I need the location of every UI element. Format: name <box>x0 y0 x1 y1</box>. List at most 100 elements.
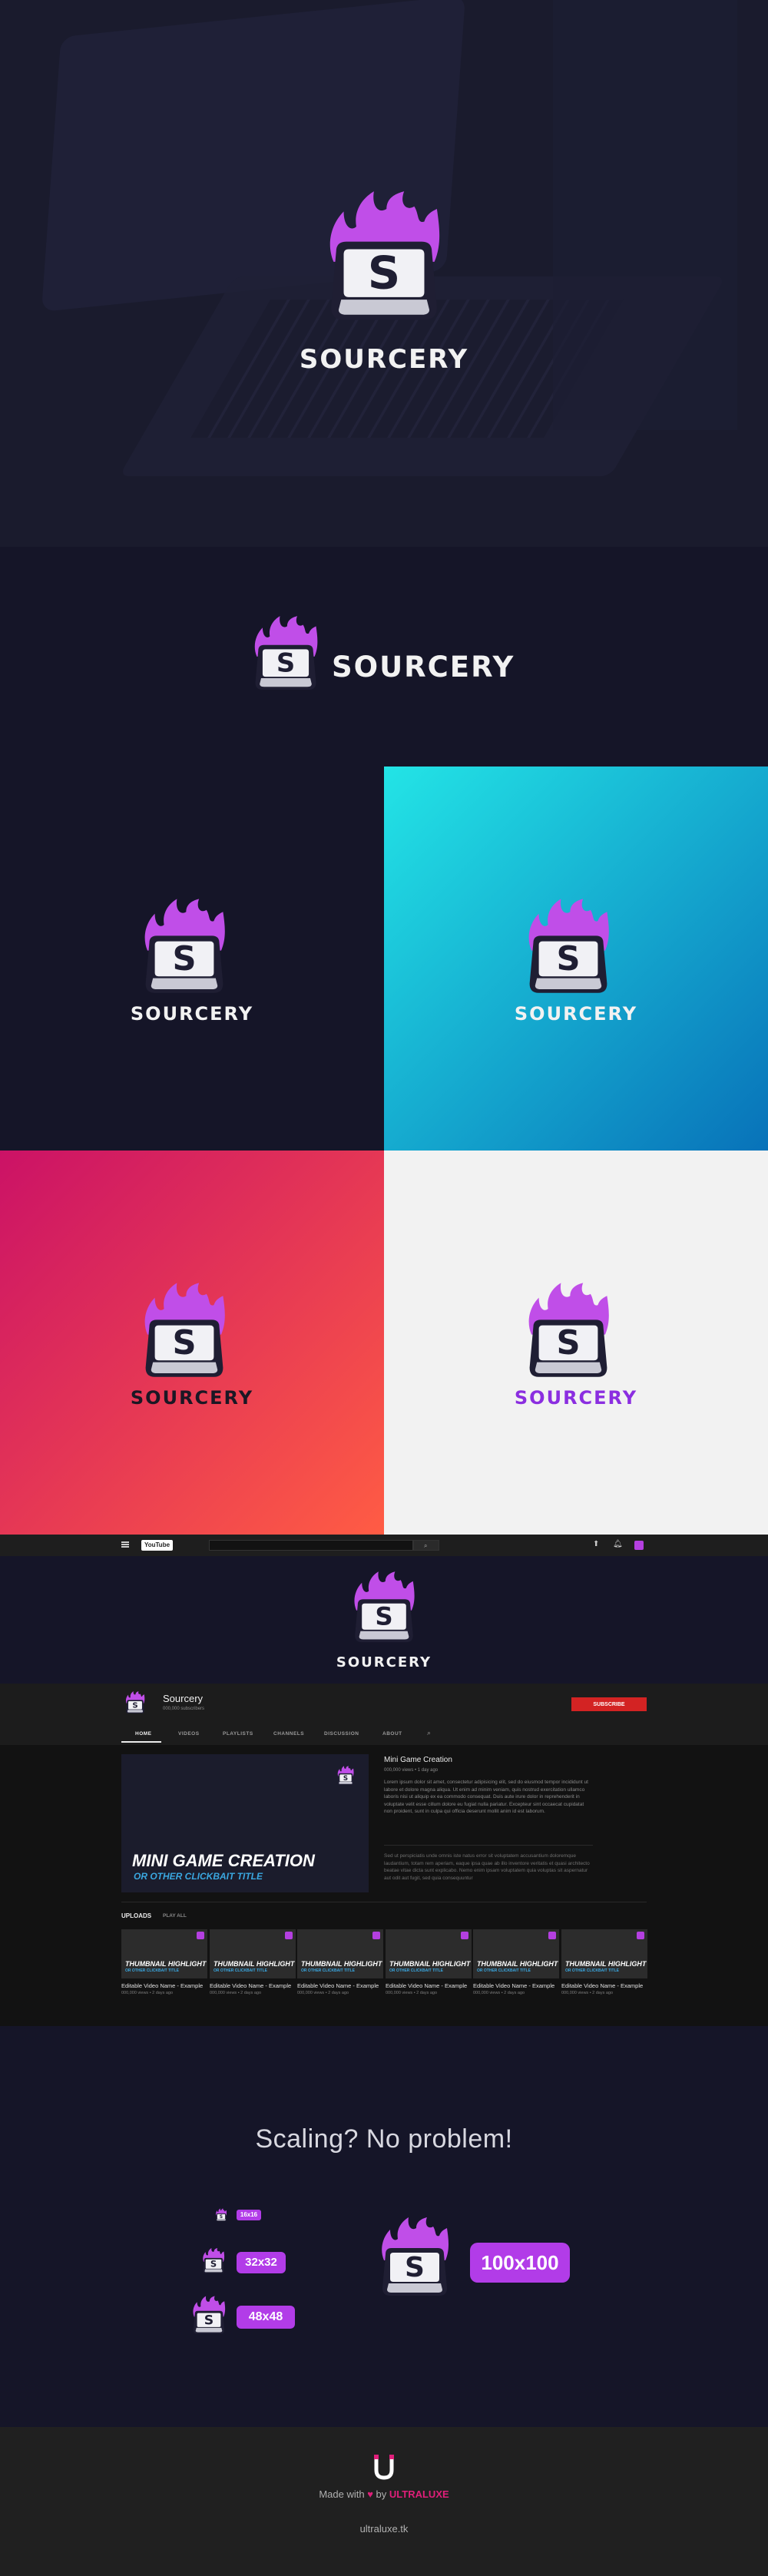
featured-title-line2: OR OTHER CLICKBAIT TITLE <box>134 1871 263 1882</box>
banner-wordmark: SOURCERY <box>336 1654 432 1670</box>
upload-meta: 000,000 views • 2 days ago <box>473 1991 525 1995</box>
upload-title[interactable]: Editable Video Name - Example <box>210 1982 291 1989</box>
thumbnail-subtitle: OR OTHER CLICKBAIT TITLE <box>565 1968 619 1973</box>
upload-thumbnail[interactable]: THUMBNAIL HIGHLIGHT OR OTHER CLICKBAIT TI… <box>297 1929 383 1978</box>
banner-logo-icon: .flame{fill:#c04ee8}.key-outer{fill:#1f1… <box>349 1567 419 1650</box>
ultraluxe-logo-icon <box>372 2453 396 2481</box>
tile-pink-wordmark: SOURCERY <box>130 1387 254 1409</box>
tab-channels[interactable]: CHANNELS <box>273 1731 304 1737</box>
upload-meta: 000,000 views • 2 days ago <box>121 1991 174 1995</box>
tile-dark-variant: SOURCERY <box>0 767 384 1151</box>
thumbnail-highlight: THUMBNAIL HIGHLIGHT <box>389 1960 471 1968</box>
tab-playlists[interactable]: PLAYLISTS <box>223 1731 253 1737</box>
upload-meta: 000,000 views • 2 days ago <box>297 1991 349 1995</box>
thumbnail-subtitle: OR OTHER CLICKBAIT TITLE <box>214 1968 267 1973</box>
featured-video-meta: 000,000 views • 1 day ago <box>384 1768 439 1773</box>
heart-icon: ♥ <box>367 2488 373 2500</box>
logo-100-icon <box>376 2215 453 2301</box>
horizontal-wordmark: SOURCERY <box>332 651 515 684</box>
play-all-link[interactable]: PLAY ALL <box>163 1913 187 1919</box>
scaling-section: Scaling? No problem! 16x16 32x32 48x48 1… <box>0 2026 768 2427</box>
subscribe-button[interactable]: SUBSCRIBE <box>571 1697 647 1711</box>
tile-cyan-wordmark: SOURCERY <box>514 1003 638 1025</box>
size-badge-48: 48x48 <box>237 2306 295 2329</box>
thumbnail-highlight: THUMBNAIL HIGHLIGHT <box>565 1960 647 1968</box>
tab-about[interactable]: ABOUT <box>382 1731 402 1737</box>
horizontal-logo-icon: .flame{fill:#c04ee8}.key-outer{fill:#1f1… <box>250 611 322 697</box>
size-badge-16: 16x16 <box>237 2210 261 2220</box>
upload-thumbnail[interactable]: THUMBNAIL HIGHLIGHT OR OTHER CLICKBAIT TI… <box>386 1929 472 1978</box>
hero-section: .flame{fill:#c04ee8}.key-outer{fill:#1f1… <box>0 0 768 547</box>
thumbnail-subtitle: OR OTHER CLICKBAIT TITLE <box>389 1968 443 1973</box>
description-divider <box>384 1845 593 1846</box>
upload-meta: 000,000 views • 2 days ago <box>561 1991 614 1995</box>
hamburger-menu-middle-line <box>121 1544 129 1545</box>
size-badge-100: 100x100 <box>470 2243 570 2283</box>
featured-description-1: Lorem ipsum dolor sit amet, consectetur … <box>384 1780 588 1814</box>
thumbnail-highlight: THUMBNAIL HIGHLIGHT <box>301 1960 382 1968</box>
upload-thumbnail[interactable]: THUMBNAIL HIGHLIGHT OR OTHER CLICKBAIT TI… <box>210 1929 296 1978</box>
hero-logo-icon: .flame{fill:#c04ee8}.key-outer{fill:#1f1… <box>321 183 447 333</box>
thumbnail-logo-icon <box>372 1932 380 1939</box>
featured-title-line1: MINI GAME CREATION <box>132 1851 315 1870</box>
upload-title[interactable]: Editable Video Name - Example <box>297 1982 379 1989</box>
tile-cyan-logo-icon <box>522 896 614 1000</box>
upload-title[interactable]: Editable Video Name - Example <box>386 1982 467 1989</box>
thumbnail-subtitle: OR OTHER CLICKBAIT TITLE <box>125 1968 179 1973</box>
channel-search-icon[interactable]: ⌕ <box>427 1729 431 1737</box>
thumbnail-highlight: THUMBNAIL HIGHLIGHT <box>125 1960 207 1968</box>
tile-light-wordmark: SOURCERY <box>514 1387 638 1409</box>
upload-title[interactable]: Editable Video Name - Example <box>561 1982 643 1989</box>
upload-meta: 000,000 views • 2 days ago <box>386 1991 438 1995</box>
tab-videos[interactable]: VIDEOS <box>178 1731 200 1737</box>
youtube-logo[interactable]: YouTube <box>141 1540 174 1551</box>
search-icon: ⌕ <box>424 1542 428 1549</box>
uploads-label: UPLOADS <box>121 1912 152 1919</box>
ultraluxe-brand-link[interactable]: ULTRALUXE <box>389 2488 449 2500</box>
subscriber-count: 000,000 subscribers <box>163 1707 205 1711</box>
notifications-bell-icon[interactable]: 🔔︎ <box>613 1540 623 1548</box>
channel-banner: .flame{fill:#c04ee8}.key-outer{fill:#1f1… <box>0 1556 768 1684</box>
made-with-line: Made with ♥ by ULTRALUXE <box>0 2488 768 2500</box>
logo-32-icon <box>201 2247 226 2275</box>
featured-video-title[interactable]: Mini Game Creation <box>384 1756 452 1764</box>
tile-light-variant: SOURCERY <box>384 1151 768 1535</box>
youtube-channel-mockup: YouTube ⌕ ⬆ 🔔︎ .flame{fill:#c04ee8}.key-… <box>0 1535 768 2026</box>
by-text: by <box>376 2488 387 2500</box>
search-input[interactable] <box>209 1540 413 1551</box>
channel-name[interactable]: Sourcery <box>163 1693 203 1704</box>
thumbnail-logo-icon <box>285 1932 293 1939</box>
featured-video-player[interactable]: MINI GAME CREATION OR OTHER CLICKBAIT TI… <box>121 1754 369 1892</box>
tile-light-logo-icon <box>522 1280 614 1384</box>
upload-thumbnail[interactable]: THUMBNAIL HIGHLIGHT OR OTHER CLICKBAIT TI… <box>121 1929 207 1978</box>
account-avatar[interactable] <box>634 1541 644 1550</box>
tab-home[interactable]: HOME <box>135 1731 152 1737</box>
upload-title[interactable]: Editable Video Name - Example <box>121 1982 203 1989</box>
logo-48-icon <box>190 2295 227 2336</box>
youtube-topbar: YouTube ⌕ ⬆ 🔔︎ <box>0 1535 768 1556</box>
tab-discussion[interactable]: DISCUSSION <box>324 1731 359 1737</box>
horizontal-lockup-section: .flame{fill:#c04ee8}.key-outer{fill:#1f1… <box>0 547 768 767</box>
upload-thumbnail[interactable]: THUMBNAIL HIGHLIGHT OR OTHER CLICKBAIT TI… <box>561 1929 647 1978</box>
channel-avatar-icon[interactable] <box>124 1690 146 1716</box>
featured-watermark-icon <box>336 1765 355 1786</box>
search-button[interactable]: ⌕ <box>413 1540 439 1551</box>
upload-thumbnail[interactable]: THUMBNAIL HIGHLIGHT OR OTHER CLICKBAIT TI… <box>473 1929 559 1978</box>
thumbnail-subtitle: OR OTHER CLICKBAIT TITLE <box>301 1968 355 1973</box>
footer: Made with ♥ by ULTRALUXE ultraluxe.tk <box>0 2427 768 2576</box>
tab-home-underline <box>121 1741 161 1743</box>
thumbnail-logo-icon <box>637 1932 644 1939</box>
upload-icon[interactable]: ⬆ <box>593 1540 599 1548</box>
tile-dark-wordmark: SOURCERY <box>130 1003 254 1025</box>
footer-url-link[interactable]: ultraluxe.tk <box>0 2523 768 2535</box>
logo-16-icon <box>215 2208 227 2222</box>
thumbnail-logo-icon <box>197 1932 204 1939</box>
tile-pink-logo-icon <box>138 1280 230 1384</box>
tile-cyan-variant: SOURCERY <box>384 767 768 1151</box>
thumbnail-logo-icon <box>548 1932 556 1939</box>
upload-meta: 000,000 views • 2 days ago <box>210 1991 262 1995</box>
featured-description-2: Sed ut perspiciatis unde omnis iste natu… <box>384 1853 590 1881</box>
upload-title[interactable]: Editable Video Name - Example <box>473 1982 554 1989</box>
tile-dark-logo-icon <box>138 896 230 1000</box>
hero-wordmark: SOURCERY <box>299 344 469 375</box>
